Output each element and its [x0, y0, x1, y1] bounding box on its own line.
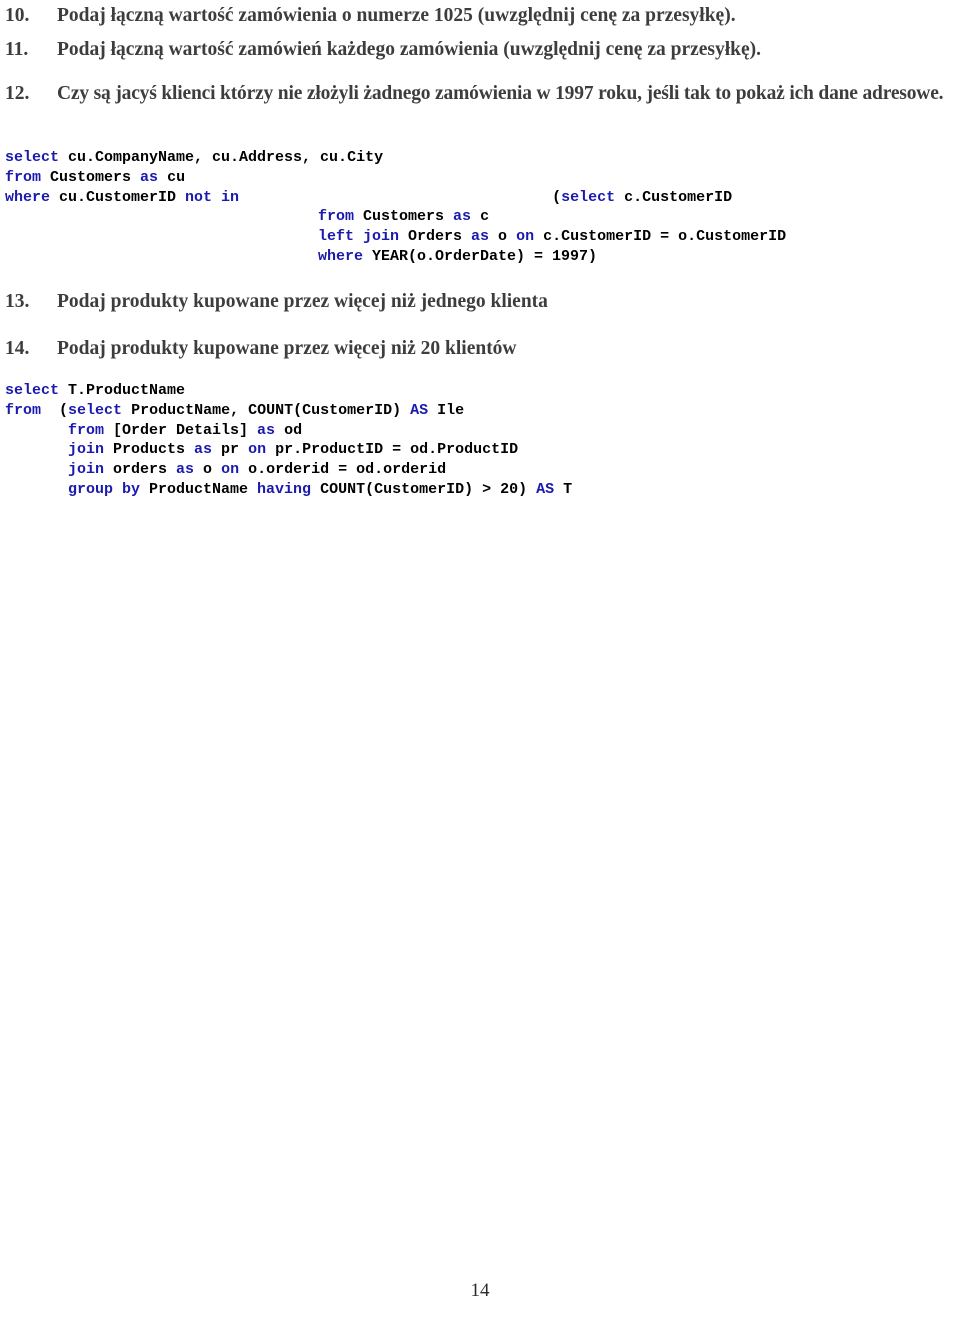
- sql-keyword: join: [68, 461, 105, 479]
- item-number: 11.: [5, 39, 29, 60]
- code-line: where YEAR(o.OrderDate) = 1997): [5, 247, 786, 267]
- code-line: select cu.CompanyName, cu.Address, cu.Ci…: [5, 148, 786, 168]
- sql-keyword: AS: [536, 480, 555, 498]
- sql-identifier: od: [275, 421, 303, 439]
- sql-identifier: T: [554, 480, 573, 498]
- sql-code-block-query-12: select cu.CompanyName, cu.Address, cu.Ci…: [5, 148, 786, 267]
- sql-keyword: select: [68, 401, 123, 419]
- code-line: join Products as pr on pr.ProductID = od…: [5, 440, 572, 460]
- sql-identifier: c.CustomerID: [615, 188, 733, 206]
- sql-identifier: o: [194, 461, 222, 479]
- item-text: Podaj produkty kupowane przez więcej niż…: [57, 338, 517, 359]
- sql-identifier: Customers: [41, 168, 141, 186]
- sql-identifier: Customers: [354, 208, 454, 226]
- sql-keyword: on: [248, 441, 267, 459]
- exercise-item-11: 11. Podaj łączną wartość zamówień każdeg…: [0, 38, 960, 62]
- sql-identifier: (: [59, 401, 69, 419]
- sql-identifier: o: [489, 228, 517, 246]
- sql-identifier: T.ProductName: [59, 382, 186, 399]
- sql-keyword: as: [176, 461, 195, 479]
- item-number: 12.: [5, 83, 30, 104]
- sql-keyword: select: [561, 188, 616, 206]
- page-number: 14: [470, 1280, 490, 1301]
- code-line: from Customers as cu: [5, 168, 786, 188]
- sql-keyword: on: [516, 228, 535, 246]
- sql-keyword: having: [257, 480, 312, 498]
- sql-identifier: COUNT(CustomerID) > 20): [311, 480, 537, 498]
- item-text: Podaj łączną wartość zamówień każdego za…: [57, 39, 762, 60]
- exercise-item-12: 12. Czy są jacyś klienci którzy nie złoż…: [0, 82, 960, 106]
- code-line: join orders as o on o.orderid = od.order…: [5, 460, 572, 480]
- sql-keyword: as: [257, 421, 276, 439]
- item-number: 10.: [5, 5, 30, 26]
- exercise-item-10: 10. Podaj łączną wartość zamówienia o nu…: [0, 4, 960, 28]
- sql-identifier: Ile: [428, 401, 465, 419]
- sql-keyword: as: [471, 228, 490, 246]
- code-line: group by ProductName having COUNT(Custom…: [5, 480, 572, 500]
- code-line: where cu.CustomerID not in (select c.Cust…: [5, 188, 786, 208]
- exercise-item-14: 14. Podaj produkty kupowane przez więcej…: [0, 337, 960, 361]
- sql-keyword: select: [5, 382, 60, 399]
- sql-identifier: pr.ProductID = od.ProductID: [266, 441, 519, 459]
- sql-keyword: from: [5, 401, 42, 419]
- sql-keyword: not in: [185, 188, 240, 206]
- item-text: Podaj produkty kupowane przez więcej niż…: [57, 291, 548, 312]
- item-number: 13.: [5, 291, 30, 312]
- sql-identifier: cu.CompanyName, cu.Address, cu.City: [59, 149, 384, 166]
- sql-keyword: join: [68, 441, 105, 459]
- sql-identifier: cu: [158, 168, 186, 186]
- exercise-item-13: 13. Podaj produkty kupowane przez więcej…: [0, 290, 960, 314]
- sql-identifier: Products: [104, 441, 195, 459]
- sql-keyword: where: [5, 188, 51, 206]
- document-page: 10. Podaj łączną wartość zamówienia o nu…: [0, 0, 960, 1329]
- sql-keyword: group by: [68, 480, 141, 498]
- code-line: from Customers as c: [5, 207, 786, 227]
- sql-identifier: c.CustomerID = o.CustomerID: [534, 228, 787, 246]
- sql-keyword: select: [5, 149, 60, 166]
- sql-identifier: cu.CustomerID: [50, 188, 186, 206]
- sql-identifier: [Order Details]: [104, 421, 258, 439]
- code-line: select T.ProductName: [5, 381, 572, 401]
- sql-keyword: from: [318, 208, 355, 226]
- item-text: Czy są jacyś klienci którzy nie złożyli …: [57, 83, 944, 104]
- sql-identifier: Orders: [399, 228, 472, 246]
- item-text: Podaj łączną wartość zamówienia o numerz…: [57, 5, 736, 26]
- sql-keyword: as: [194, 441, 213, 459]
- sql-keyword: on: [221, 461, 240, 479]
- item-number: 14.: [5, 338, 30, 359]
- sql-keyword: as: [453, 208, 472, 226]
- sql-keyword: as: [140, 168, 159, 186]
- sql-keyword: left join: [318, 228, 400, 246]
- sql-keyword: from: [5, 168, 42, 186]
- sql-code-block-query-14: select T.ProductName from (select Product…: [5, 381, 572, 500]
- sql-keyword: from: [68, 421, 105, 439]
- sql-keyword: AS: [410, 401, 429, 419]
- sql-identifier: ProductName, COUNT(CustomerID): [122, 401, 411, 419]
- code-line: left join Orders as o on c.CustomerID = …: [5, 227, 786, 247]
- sql-identifier: [41, 402, 59, 419]
- sql-identifier: c: [471, 208, 490, 226]
- sql-identifier: YEAR(o.OrderDate) = 1997): [363, 247, 598, 265]
- sql-identifier: pr: [212, 441, 249, 459]
- sql-identifier: (: [552, 188, 562, 206]
- sql-identifier: o.orderid = od.orderid: [239, 461, 447, 479]
- code-line: from (select ProductName, COUNT(Customer…: [5, 401, 572, 421]
- code-line: from [Order Details] as od: [5, 421, 572, 441]
- sql-keyword: where: [318, 247, 364, 265]
- sql-identifier: orders: [104, 461, 177, 479]
- sql-identifier: ProductName: [140, 480, 258, 498]
